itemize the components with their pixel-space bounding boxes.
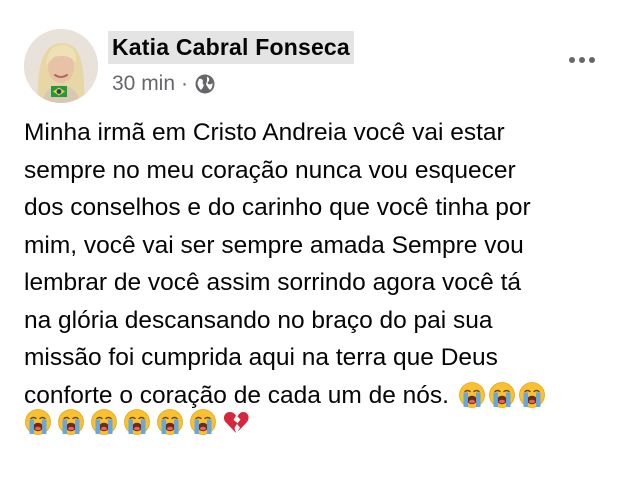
post-text-line: missão foi cumprida aqui na terra que De…	[24, 344, 498, 371]
dot	[569, 57, 575, 63]
post-text-line: mim, você vai ser sempre amada Sempre vo…	[24, 231, 524, 259]
loudly-crying-face-icon	[488, 381, 516, 409]
loudly-crying-face-icon	[90, 408, 118, 436]
author-avatar[interactable]	[24, 29, 98, 103]
loudly-crying-face-icon	[123, 408, 151, 436]
emoji-row	[24, 404, 255, 440]
post-text-line: dos conselhos e do carinho que você tinh…	[24, 194, 531, 221]
author-name[interactable]: Katia Cabral Fonseca	[108, 31, 354, 64]
meta-separator: ·	[181, 72, 189, 95]
loudly-crying-face-icon	[458, 381, 486, 409]
loudly-crying-face-icon	[57, 408, 85, 436]
more-options-icon[interactable]	[562, 48, 602, 72]
post-timestamp[interactable]: 30 min	[112, 72, 175, 96]
avatar-portrait	[24, 29, 98, 103]
loudly-crying-face-icon	[24, 408, 52, 436]
globe-icon[interactable]	[194, 73, 216, 95]
loudly-crying-face-icon	[518, 381, 546, 409]
broken-heart-icon	[222, 408, 250, 436]
post-text-line: Minha irmã em Cristo Andreia você vai es…	[24, 119, 505, 146]
loudly-crying-face-icon	[189, 408, 217, 436]
dot	[579, 57, 585, 63]
facebook-post: Katia Cabral Fonseca 30 min · Minha irmã…	[0, 0, 634, 496]
post-text: Minha irmã em Cristo Andreia você vai es…	[24, 114, 620, 414]
dot	[589, 57, 595, 63]
loudly-crying-face-icon	[156, 408, 184, 436]
post-text-line: na glória descansando no braço do pai su…	[24, 306, 493, 334]
post-text-line: sempre no meu coração nunca vou esquecer	[24, 156, 516, 184]
post-text-line: lembrar de você assim sorrindo agora voc…	[24, 269, 522, 296]
post-meta: 30 min ·	[112, 70, 216, 98]
